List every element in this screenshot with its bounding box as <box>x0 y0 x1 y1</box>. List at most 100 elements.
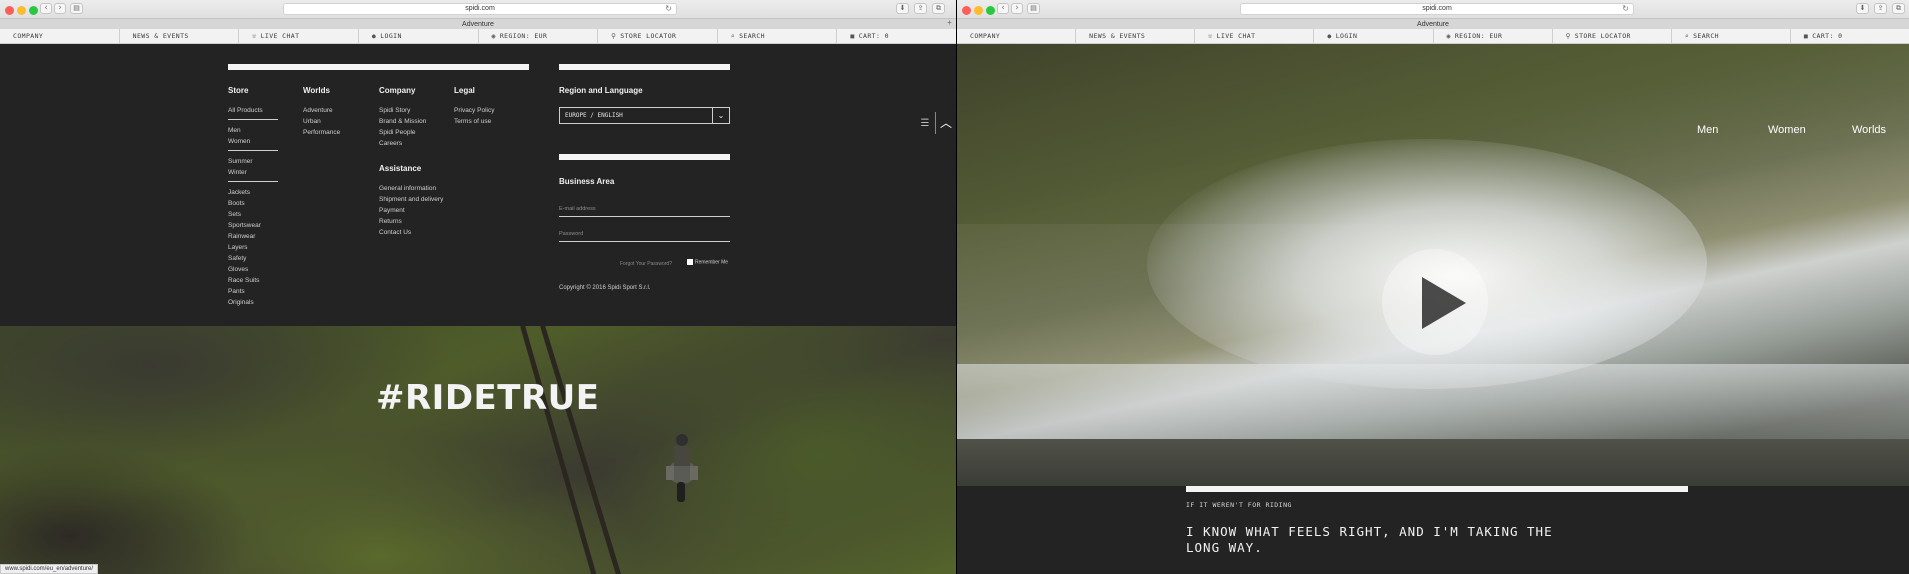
forward-button[interactable]: › <box>1011 3 1023 14</box>
reload-icon[interactable]: ↻ <box>1622 4 1629 14</box>
intro-divider-bar <box>1186 486 1688 492</box>
footer-link[interactable]: All Products <box>228 105 263 116</box>
minimize-window-button[interactable] <box>974 6 983 15</box>
footer-link[interactable]: Terms of use <box>454 116 494 127</box>
footer-heading-region: Region and Language <box>559 86 643 95</box>
footer-link[interactable]: Women <box>228 136 263 147</box>
zoom-window-button[interactable] <box>29 6 38 15</box>
play-video-button[interactable] <box>1382 249 1488 355</box>
nav-company[interactable]: COMPANY <box>0 29 120 43</box>
footer-heading-legal: Legal <box>454 86 475 95</box>
footer-link[interactable]: Returns <box>379 216 443 227</box>
nav-cart[interactable]: ■ CART: 0 <box>837 29 956 43</box>
footer-link[interactable]: Rainwear <box>228 231 263 242</box>
nav-login[interactable]: ● LOGIN <box>359 29 479 43</box>
footer-link[interactable]: Privacy Policy <box>454 105 494 116</box>
forward-button[interactable]: › <box>54 3 66 14</box>
reload-icon[interactable]: ↻ <box>665 4 672 14</box>
footer-link[interactable]: Adventure <box>303 105 340 116</box>
download-icon[interactable]: ⬇ <box>1856 3 1869 14</box>
footer-link[interactable]: Winter <box>228 167 263 178</box>
footer-link[interactable]: Safety <box>228 253 263 264</box>
footer-link[interactable]: Shipment and delivery <box>379 194 443 205</box>
footer-divider-bar <box>228 64 529 70</box>
tab-title[interactable]: Adventure <box>0 18 956 29</box>
footer-link[interactable]: Layers <box>228 242 263 253</box>
nav-region[interactable]: ◉ REGION: EUR <box>479 29 599 43</box>
forgot-password-link[interactable]: Forgot Your Password? <box>620 261 672 267</box>
footer-link[interactable]: Summer <box>228 156 263 167</box>
footer-link[interactable]: Gloves <box>228 264 263 275</box>
footer-link[interactable]: Spidi Story <box>379 105 426 116</box>
footer-link[interactable]: Urban <box>303 116 340 127</box>
footer-separator <box>228 178 278 187</box>
password-field[interactable]: Password <box>559 228 730 242</box>
chat-icon: ☏ <box>1208 32 1213 40</box>
download-icon[interactable]: ⬇ <box>896 3 909 14</box>
nav-cart[interactable]: ■ CART: 0 <box>1791 29 1909 43</box>
dirt-track <box>520 326 602 574</box>
footer-link[interactable]: Race Suits <box>228 275 263 286</box>
site-footer: Store All Products Men Women Summer Wint… <box>0 44 956 326</box>
chevron-down-icon: ⌄ <box>712 108 729 123</box>
address-url: spidi.com <box>465 5 495 12</box>
tabs-overview-icon[interactable]: ⧉ <box>1892 3 1905 14</box>
footer-link[interactable]: Brand & Mission <box>379 116 426 127</box>
nav-store-locator[interactable]: ⚲ STORE LOCATOR <box>1553 29 1672 43</box>
nav-region[interactable]: ◉ REGION: EUR <box>1434 29 1553 43</box>
scroll-to-top-button[interactable]: ︿ <box>935 112 956 134</box>
address-bar[interactable]: spidi.com ↻ <box>1240 3 1634 15</box>
back-button[interactable]: ‹ <box>40 3 52 14</box>
nav-news-events[interactable]: NEWS & EVENTS <box>120 29 240 43</box>
tab-title[interactable]: Adventure <box>957 18 1909 29</box>
tabs-overview-icon[interactable]: ⧉ <box>932 3 945 14</box>
footer-link[interactable]: Boots <box>228 198 263 209</box>
footer-link[interactable]: Spidi People <box>379 127 426 138</box>
footer-link[interactable]: Careers <box>379 138 426 149</box>
footer-separator <box>228 116 278 125</box>
footer-link[interactable]: Sportswear <box>228 220 263 231</box>
nav-news-events[interactable]: NEWS & EVENTS <box>1076 29 1196 43</box>
footer-legal-list: Privacy Policy Terms of use <box>454 105 494 127</box>
browser-toolbar: ‹ › ▤ spidi.com ↻ ⬇ ⇪ ⧉ Adventure + <box>0 0 956 29</box>
new-tab-icon[interactable]: + <box>945 18 954 28</box>
close-window-button[interactable] <box>5 6 14 15</box>
email-field[interactable]: E-mail address <box>559 203 730 217</box>
footer-link[interactable]: Pants <box>228 286 263 297</box>
footer-heading-assistance: Assistance <box>379 164 422 173</box>
nav-store-locator[interactable]: ⚲ STORE LOCATOR <box>598 29 718 43</box>
nav-live-chat[interactable]: ☏ LIVE CHAT <box>239 29 359 43</box>
nav-search[interactable]: ⌕ SEARCH <box>1672 29 1791 43</box>
sidebar-icon[interactable]: ▤ <box>70 3 83 14</box>
footer-link[interactable]: Contact Us <box>379 227 443 238</box>
hero-nav-women[interactable]: Women <box>1768 124 1806 136</box>
search-icon: ⌕ <box>730 32 736 40</box>
footer-link[interactable]: Performance <box>303 127 340 138</box>
remember-me-checkbox[interactable]: Remember Me <box>687 259 728 266</box>
address-url: spidi.com <box>1422 5 1452 12</box>
footer-link[interactable]: Originals <box>228 297 263 308</box>
browser-window-right: ‹ › ▤ spidi.com ↻ ⬇ ⇪ ⧉ Adventure COMPAN… <box>956 0 1909 574</box>
footer-link[interactable]: Men <box>228 125 263 136</box>
nav-login[interactable]: ● LOGIN <box>1314 29 1434 43</box>
sidebar-icon[interactable]: ▤ <box>1027 3 1040 14</box>
hero-nav-men[interactable]: Men <box>1697 124 1718 136</box>
globe-icon: ◉ <box>491 32 496 40</box>
address-bar[interactable]: spidi.com ↻ <box>283 3 677 15</box>
back-button[interactable]: ‹ <box>997 3 1009 14</box>
minimize-window-button[interactable] <box>17 6 26 15</box>
share-icon[interactable]: ⇪ <box>1874 3 1887 14</box>
footer-link[interactable]: General information <box>379 183 443 194</box>
nav-company[interactable]: COMPANY <box>957 29 1077 43</box>
share-icon[interactable]: ⇪ <box>914 3 927 14</box>
close-window-button[interactable] <box>962 6 971 15</box>
hero-nav-worlds[interactable]: Worlds <box>1852 124 1886 136</box>
footer-link[interactable]: Payment <box>379 205 443 216</box>
nav-search[interactable]: ⌕ SEARCH <box>718 29 838 43</box>
footer-link[interactable]: Jackets <box>228 187 263 198</box>
menu-icon[interactable]: ☰ <box>918 116 932 132</box>
footer-link[interactable]: Sets <box>228 209 263 220</box>
zoom-window-button[interactable] <box>986 6 995 15</box>
nav-live-chat[interactable]: ☏ LIVE CHAT <box>1195 29 1315 43</box>
region-language-select[interactable]: EUROPE / ENGLISH ⌄ <box>559 107 730 124</box>
